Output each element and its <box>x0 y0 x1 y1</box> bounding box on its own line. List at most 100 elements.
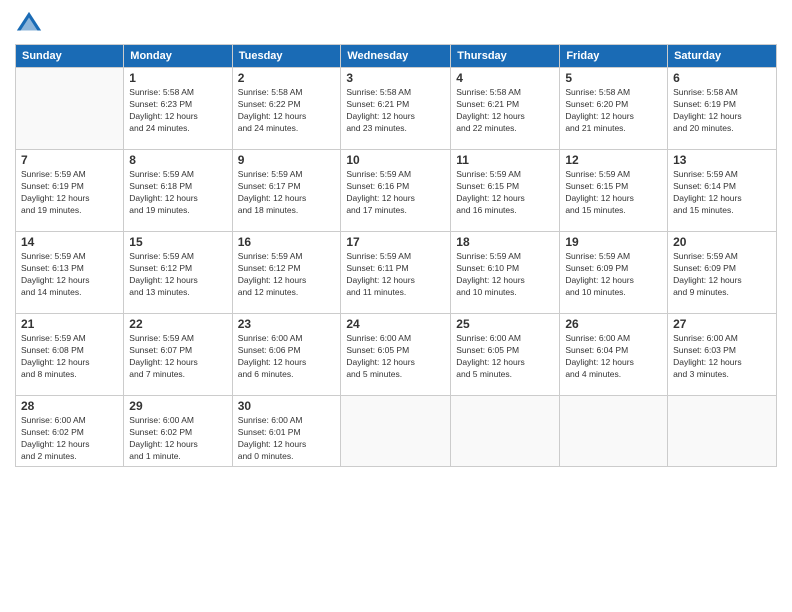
day-info: Sunrise: 6:00 AM Sunset: 6:05 PM Dayligh… <box>456 333 554 381</box>
calendar-cell: 25 Sunrise: 6:00 AM Sunset: 6:05 PM Dayli… <box>451 314 560 396</box>
day-number: 6 <box>673 71 771 85</box>
day-info: Sunrise: 6:00 AM Sunset: 6:01 PM Dayligh… <box>238 415 336 463</box>
calendar-cell: 10 Sunrise: 5:59 AM Sunset: 6:16 PM Dayli… <box>341 150 451 232</box>
day-info: Sunrise: 6:00 AM Sunset: 6:05 PM Dayligh… <box>346 333 445 381</box>
calendar-header-thursday: Thursday <box>451 45 560 68</box>
day-info: Sunrise: 5:59 AM Sunset: 6:17 PM Dayligh… <box>238 169 336 217</box>
calendar-week-row: 7 Sunrise: 5:59 AM Sunset: 6:19 PM Daylig… <box>16 150 777 232</box>
calendar-cell <box>341 396 451 467</box>
page: SundayMondayTuesdayWednesdayThursdayFrid… <box>0 0 792 612</box>
day-number: 26 <box>565 317 662 331</box>
day-number: 13 <box>673 153 771 167</box>
day-info: Sunrise: 5:59 AM Sunset: 6:19 PM Dayligh… <box>21 169 118 217</box>
calendar-header-saturday: Saturday <box>668 45 777 68</box>
calendar-cell: 30 Sunrise: 6:00 AM Sunset: 6:01 PM Dayli… <box>232 396 341 467</box>
day-number: 22 <box>129 317 226 331</box>
day-info: Sunrise: 6:00 AM Sunset: 6:03 PM Dayligh… <box>673 333 771 381</box>
calendar-week-row: 28 Sunrise: 6:00 AM Sunset: 6:02 PM Dayli… <box>16 396 777 467</box>
day-info: Sunrise: 5:59 AM Sunset: 6:15 PM Dayligh… <box>565 169 662 217</box>
calendar-cell: 22 Sunrise: 5:59 AM Sunset: 6:07 PM Dayli… <box>124 314 232 396</box>
day-number: 24 <box>346 317 445 331</box>
calendar-cell: 1Sunrise: 5:58 AM Sunset: 6:23 PM Daylig… <box>124 68 232 150</box>
day-info: Sunrise: 6:00 AM Sunset: 6:06 PM Dayligh… <box>238 333 336 381</box>
day-info: Sunrise: 5:59 AM Sunset: 6:09 PM Dayligh… <box>673 251 771 299</box>
calendar-cell: 28 Sunrise: 6:00 AM Sunset: 6:02 PM Dayli… <box>16 396 124 467</box>
day-number: 10 <box>346 153 445 167</box>
day-info: Sunrise: 5:59 AM Sunset: 6:14 PM Dayligh… <box>673 169 771 217</box>
day-number: 28 <box>21 399 118 413</box>
calendar-table: SundayMondayTuesdayWednesdayThursdayFrid… <box>15 44 777 467</box>
day-info: Sunrise: 5:58 AM Sunset: 6:19 PM Dayligh… <box>673 87 771 135</box>
calendar-cell: 24 Sunrise: 6:00 AM Sunset: 6:05 PM Dayli… <box>341 314 451 396</box>
calendar-week-row: 1Sunrise: 5:58 AM Sunset: 6:23 PM Daylig… <box>16 68 777 150</box>
logo <box>15 10 47 38</box>
day-number: 9 <box>238 153 336 167</box>
calendar-cell <box>16 68 124 150</box>
calendar-cell: 9 Sunrise: 5:59 AM Sunset: 6:17 PM Daylig… <box>232 150 341 232</box>
day-info: Sunrise: 6:00 AM Sunset: 6:02 PM Dayligh… <box>129 415 226 463</box>
calendar-cell: 5 Sunrise: 5:58 AM Sunset: 6:20 PM Daylig… <box>560 68 668 150</box>
day-info: Sunrise: 5:58 AM Sunset: 6:21 PM Dayligh… <box>346 87 445 135</box>
calendar-cell: 29 Sunrise: 6:00 AM Sunset: 6:02 PM Dayli… <box>124 396 232 467</box>
day-number: 14 <box>21 235 118 249</box>
day-number: 8 <box>129 153 226 167</box>
calendar-cell: 8 Sunrise: 5:59 AM Sunset: 6:18 PM Daylig… <box>124 150 232 232</box>
day-info: Sunrise: 5:59 AM Sunset: 6:13 PM Dayligh… <box>21 251 118 299</box>
calendar-cell: 16Sunrise: 5:59 AM Sunset: 6:12 PM Dayli… <box>232 232 341 314</box>
day-info: Sunrise: 5:59 AM Sunset: 6:18 PM Dayligh… <box>129 169 226 217</box>
day-number: 5 <box>565 71 662 85</box>
calendar-cell <box>451 396 560 467</box>
calendar-week-row: 21 Sunrise: 5:59 AM Sunset: 6:08 PM Dayli… <box>16 314 777 396</box>
day-info: Sunrise: 5:59 AM Sunset: 6:07 PM Dayligh… <box>129 333 226 381</box>
day-number: 3 <box>346 71 445 85</box>
calendar-header-monday: Monday <box>124 45 232 68</box>
calendar-header-wednesday: Wednesday <box>341 45 451 68</box>
day-number: 30 <box>238 399 336 413</box>
calendar-cell: 12 Sunrise: 5:59 AM Sunset: 6:15 PM Dayli… <box>560 150 668 232</box>
day-info: Sunrise: 5:59 AM Sunset: 6:11 PM Dayligh… <box>346 251 445 299</box>
calendar-week-row: 14 Sunrise: 5:59 AM Sunset: 6:13 PM Dayli… <box>16 232 777 314</box>
calendar-cell: 15 Sunrise: 5:59 AM Sunset: 6:12 PM Dayli… <box>124 232 232 314</box>
day-number: 25 <box>456 317 554 331</box>
day-number: 17 <box>346 235 445 249</box>
day-info: Sunrise: 5:59 AM Sunset: 6:09 PM Dayligh… <box>565 251 662 299</box>
calendar-cell: 26 Sunrise: 6:00 AM Sunset: 6:04 PM Dayli… <box>560 314 668 396</box>
day-number: 4 <box>456 71 554 85</box>
calendar-cell: 17 Sunrise: 5:59 AM Sunset: 6:11 PM Dayli… <box>341 232 451 314</box>
calendar-cell <box>668 396 777 467</box>
calendar-cell: 13 Sunrise: 5:59 AM Sunset: 6:14 PM Dayli… <box>668 150 777 232</box>
day-number: 27 <box>673 317 771 331</box>
day-number: 1 <box>129 71 226 85</box>
day-info: Sunrise: 5:59 AM Sunset: 6:08 PM Dayligh… <box>21 333 118 381</box>
calendar-cell: 6 Sunrise: 5:58 AM Sunset: 6:19 PM Daylig… <box>668 68 777 150</box>
day-info: Sunrise: 6:00 AM Sunset: 6:04 PM Dayligh… <box>565 333 662 381</box>
calendar-header-tuesday: Tuesday <box>232 45 341 68</box>
day-number: 15 <box>129 235 226 249</box>
calendar-cell: 14 Sunrise: 5:59 AM Sunset: 6:13 PM Dayli… <box>16 232 124 314</box>
logo-icon <box>15 10 43 38</box>
header <box>15 10 777 38</box>
day-number: 18 <box>456 235 554 249</box>
day-number: 23 <box>238 317 336 331</box>
calendar-cell: 23 Sunrise: 6:00 AM Sunset: 6:06 PM Dayli… <box>232 314 341 396</box>
day-info: Sunrise: 5:59 AM Sunset: 6:10 PM Dayligh… <box>456 251 554 299</box>
day-number: 21 <box>21 317 118 331</box>
calendar-cell <box>560 396 668 467</box>
calendar-header-friday: Friday <box>560 45 668 68</box>
day-number: 19 <box>565 235 662 249</box>
day-number: 11 <box>456 153 554 167</box>
day-info: Sunrise: 5:58 AM Sunset: 6:20 PM Dayligh… <box>565 87 662 135</box>
calendar-cell: 4Sunrise: 5:58 AM Sunset: 6:21 PM Daylig… <box>451 68 560 150</box>
day-number: 12 <box>565 153 662 167</box>
day-number: 7 <box>21 153 118 167</box>
day-info: Sunrise: 5:59 AM Sunset: 6:16 PM Dayligh… <box>346 169 445 217</box>
day-info: Sunrise: 6:00 AM Sunset: 6:02 PM Dayligh… <box>21 415 118 463</box>
calendar-cell: 18 Sunrise: 5:59 AM Sunset: 6:10 PM Dayli… <box>451 232 560 314</box>
day-info: Sunrise: 5:59 AM Sunset: 6:12 PM Dayligh… <box>129 251 226 299</box>
calendar-cell: 7 Sunrise: 5:59 AM Sunset: 6:19 PM Daylig… <box>16 150 124 232</box>
calendar-cell: 3 Sunrise: 5:58 AM Sunset: 6:21 PM Daylig… <box>341 68 451 150</box>
calendar-cell: 21 Sunrise: 5:59 AM Sunset: 6:08 PM Dayli… <box>16 314 124 396</box>
day-number: 29 <box>129 399 226 413</box>
day-info: Sunrise: 5:59 AM Sunset: 6:15 PM Dayligh… <box>456 169 554 217</box>
day-number: 16 <box>238 235 336 249</box>
